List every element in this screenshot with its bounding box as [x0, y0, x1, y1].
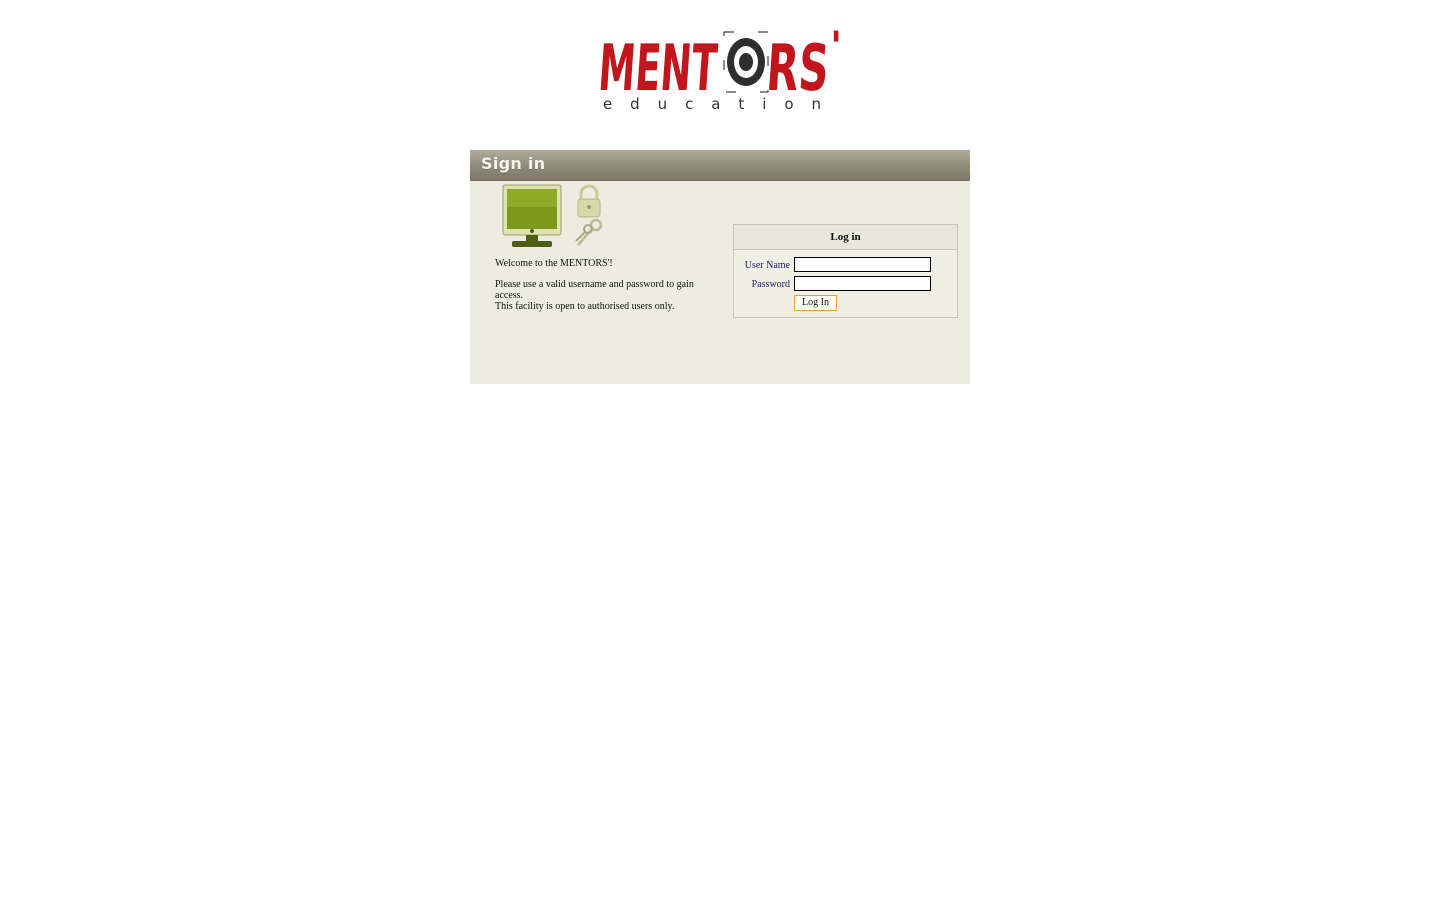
welcome-message: Welcome to the MENTORS'! Please use a va…: [495, 258, 705, 312]
username-row: User Name: [734, 257, 957, 274]
password-label: Password: [751, 279, 790, 290]
svg-text:RS: RS: [764, 32, 831, 106]
password-row: Password: [734, 276, 957, 293]
welcome-heading: Welcome to the MENTORS'!: [495, 258, 613, 269]
svg-text:': ': [830, 24, 840, 70]
login-form-title: Log in: [734, 225, 957, 250]
hero-illustration: [500, 184, 610, 250]
log-in-button[interactable]: Log In: [794, 295, 837, 311]
padlock-icon: [577, 184, 601, 218]
username-label: User Name: [744, 260, 790, 271]
mentors-logo: MENT RS ' education: [600, 22, 840, 114]
target-o-icon: [723, 31, 769, 93]
password-input[interactable]: [794, 276, 931, 291]
sign-in-panel: Sign in Welcome to the MENTORS'! Please …: [470, 150, 970, 384]
mentors-logo-graphic: MENT RS ' education: [600, 24, 840, 113]
keys-icon: [575, 218, 603, 246]
panel-title: Sign in: [481, 154, 546, 173]
username-input[interactable]: [794, 257, 931, 272]
svg-text:education: education: [603, 95, 821, 113]
welcome-notice: This facility is open to authorised user…: [495, 301, 675, 312]
panel-header: Sign in: [470, 150, 970, 181]
welcome-instructions: Please use a valid username and password…: [495, 279, 694, 301]
login-form: Log in User Name Password Log In: [733, 224, 958, 318]
monitor-icon: [502, 184, 562, 247]
